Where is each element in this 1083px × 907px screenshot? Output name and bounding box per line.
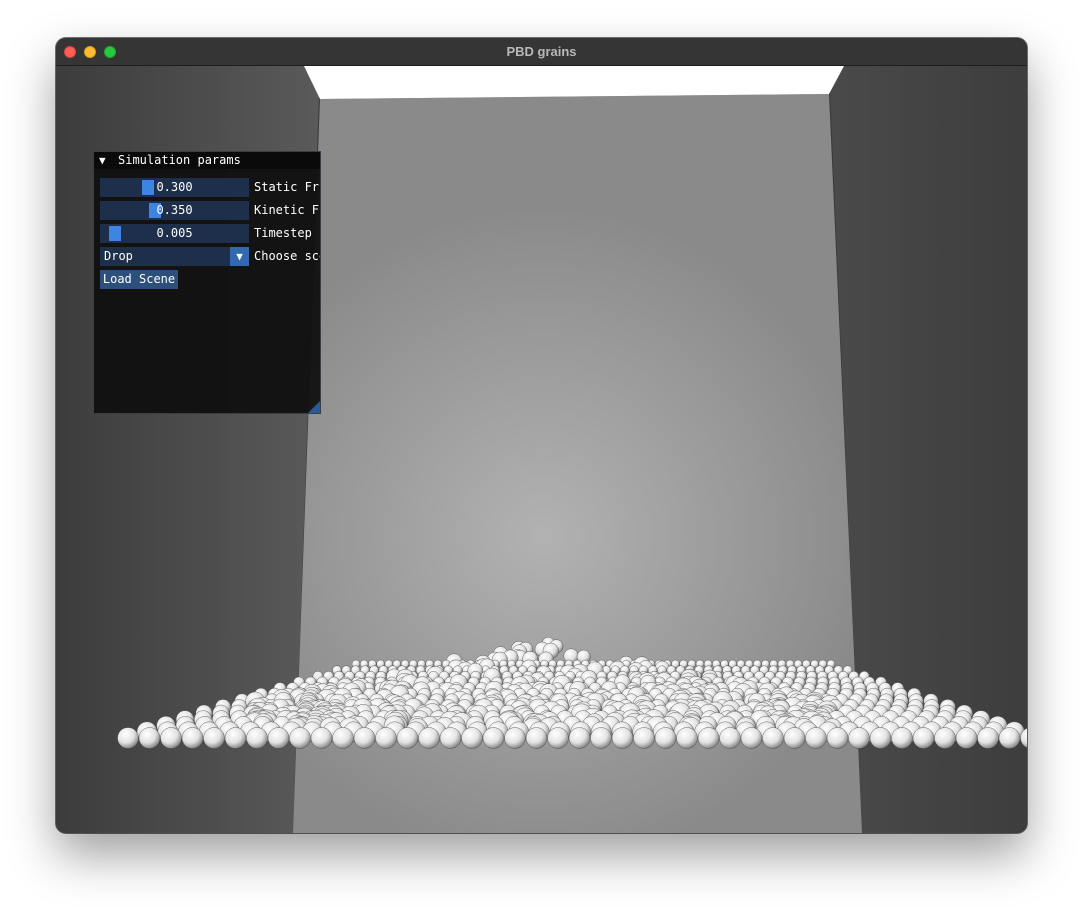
grain-sphere [740, 727, 763, 749]
timestep-label: Timestep [254, 226, 312, 240]
scene-select-label: Choose scene [254, 249, 320, 263]
grain-sphere [590, 727, 612, 749]
title-bar[interactable]: PBD grains [56, 38, 1027, 66]
app-window: PBD grains ▼ Simulation params 0.300 Sta… [56, 38, 1027, 833]
grain-sphere [719, 727, 741, 749]
window-title: PBD grains [506, 44, 577, 59]
load-scene-button[interactable]: Load Scene [100, 270, 178, 289]
timestep-slider[interactable]: 0.005 [100, 224, 249, 243]
collapse-arrow-icon[interactable]: ▼ [99, 153, 106, 168]
grain-sphere [439, 727, 462, 749]
ceiling-light [304, 66, 844, 99]
grain-sphere [117, 727, 139, 749]
grain-sphere [181, 727, 204, 749]
grain-sphere [396, 727, 419, 749]
grain-sphere [805, 727, 827, 749]
grain-sphere [482, 727, 505, 749]
grain-sphere [224, 727, 247, 749]
grain-sphere [611, 727, 634, 749]
grain-sphere [848, 727, 870, 749]
grain-sphere [568, 727, 591, 749]
grain-sphere [955, 727, 978, 749]
grain-sphere [461, 727, 483, 749]
grain-sphere [504, 727, 526, 749]
grain-sphere [998, 727, 1021, 749]
grain-sphere [547, 727, 569, 749]
scene-select-value: Drop [104, 249, 133, 263]
grain-sphere [633, 727, 655, 749]
kinetic-friction-slider[interactable]: 0.350 [100, 201, 249, 220]
grain-sphere [353, 727, 376, 749]
grain-sphere [697, 727, 720, 749]
grain-sphere [203, 727, 225, 749]
grain-sphere [160, 727, 182, 749]
grain-sphere [138, 727, 161, 749]
grain-sphere [891, 727, 913, 749]
grain-sphere [934, 727, 956, 749]
grain-sphere [912, 727, 935, 749]
grain-sphere [977, 727, 999, 749]
kinetic-friction-label: Kinetic Friction [254, 203, 320, 217]
grain-sphere [783, 727, 806, 749]
grain-sphere [289, 727, 311, 749]
render-viewport[interactable]: ▼ Simulation params 0.300 Static Frictio… [56, 66, 1027, 833]
grain-sphere [418, 727, 440, 749]
static-friction-slider[interactable]: 0.300 [100, 178, 249, 197]
slider-value: 0.005 [156, 226, 193, 240]
grain-sphere [267, 727, 290, 749]
resize-grip-icon[interactable] [308, 401, 320, 413]
grain-sphere [310, 727, 333, 749]
grain-sphere [676, 727, 698, 749]
static-friction-label: Static Friction [254, 180, 320, 194]
grain-sphere [332, 727, 354, 749]
panel-title: Simulation params [118, 153, 241, 167]
slider-value: 0.350 [156, 203, 193, 217]
grain-sphere [525, 727, 548, 749]
grain-sphere [869, 727, 892, 749]
panel-header[interactable]: ▼ Simulation params [94, 152, 320, 169]
grain-sphere [762, 727, 784, 749]
slider-value: 0.300 [156, 180, 193, 194]
grain-sphere [654, 727, 677, 749]
combo-arrow-icon[interactable]: ▼ [230, 247, 249, 266]
grain-sphere [375, 727, 397, 749]
scene-select[interactable]: Drop ▼ [100, 247, 249, 266]
grain-sphere [826, 727, 849, 749]
simulation-params-panel: ▼ Simulation params 0.300 Static Frictio… [93, 151, 321, 414]
grain-sphere [246, 727, 268, 749]
